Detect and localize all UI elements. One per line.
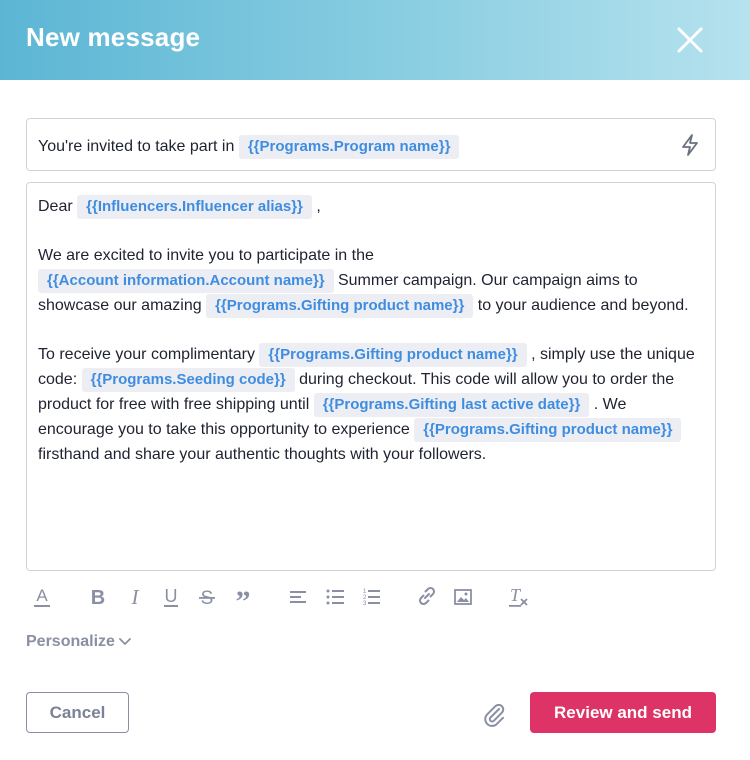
formatting-toolbar: A B I U S ” 1 2 3 T [26,585,546,611]
paragraph-2: To receive your complimentary {{Programs… [38,342,706,467]
link-icon [418,586,436,606]
underline-icon: U [164,586,178,607]
svg-text:”: ” [236,585,251,609]
variable-tag[interactable]: {{Programs.Gifting product name}} [206,294,474,318]
quote-button[interactable]: ” [231,585,255,609]
svg-text:3: 3 [363,601,367,607]
svg-text:I: I [131,585,140,609]
variable-tag[interactable]: {{Programs.Gifting last active date}} [313,393,590,417]
greeting-text: Dear [38,198,73,215]
bold-button[interactable]: B [86,585,110,609]
subject-text: You're invited to take part in {{Program… [38,135,460,159]
svg-text:A: A [36,586,48,605]
greeting-line: Dear {{Influencers.Influencer alias}} , [38,194,706,219]
strikethrough-icon: S [199,588,215,609]
paragraph-1: We are excited to invite you to particip… [38,243,706,318]
align-icon [290,591,306,603]
personalize-label: Personalize [26,633,115,650]
lightning-icon[interactable] [679,133,701,157]
cancel-button[interactable]: Cancel [26,692,129,733]
link-button[interactable] [415,585,439,609]
subject-prefix: You're invited to take part in [38,138,235,155]
svg-text:B: B [91,587,105,609]
variable-tag[interactable]: {{Influencers.Influencer alias}} [77,195,312,219]
svg-text:U: U [165,586,178,606]
quote-icon: ” [236,585,251,609]
modal-header: New message [0,0,750,80]
message-body-text: Dear {{Influencers.Influencer alias}} , … [38,194,706,467]
numbered-list-icon: 1 2 3 [363,589,380,607]
variable-tag[interactable]: {{Account information.Account name}} [38,269,334,293]
text-color-icon: A [34,586,50,607]
italic-icon: I [131,585,140,609]
svg-text:T: T [510,585,522,605]
message-body-editor[interactable]: Dear {{Influencers.Influencer alias}} , … [26,182,716,571]
paragraph-text: firsthand and share your authentic thoug… [38,446,487,463]
variable-tag[interactable]: {{Programs.Gifting product name}} [259,343,527,367]
chevron-down-icon [119,638,131,645]
bullet-list-button[interactable] [323,585,347,609]
text-color-button[interactable]: A [30,585,54,609]
clear-format-button[interactable]: T [506,585,530,609]
variable-tag[interactable]: {{Programs.Seeding code}} [81,368,295,392]
align-button[interactable] [286,585,310,609]
subject-field[interactable]: You're invited to take part in {{Program… [26,118,716,171]
subject-variable-tag[interactable]: {{Programs.Program name}} [238,135,460,159]
modal-title: New message [26,22,201,52]
review-and-send-button[interactable]: Review and send [530,692,716,733]
numbered-list-button[interactable]: 1 2 3 [359,585,383,609]
greeting-suffix: , [316,198,321,215]
underline-button[interactable]: U [159,585,183,609]
close-icon [677,27,703,53]
image-icon [454,589,472,605]
paragraph-text: to your audience and beyond. [477,297,689,314]
bullet-list-icon [326,589,344,605]
bold-icon: B [91,587,105,609]
italic-button[interactable]: I [123,585,147,609]
close-button[interactable] [674,24,706,56]
personalize-dropdown[interactable]: Personalize [26,633,132,651]
paperclip-icon [484,703,505,727]
paragraph-text: To receive your complimentary [38,346,255,363]
variable-tag[interactable]: {{Programs.Gifting product name}} [414,418,682,442]
strikethrough-button[interactable]: S [195,585,219,609]
clear-format-icon: T [509,585,528,607]
paragraph-text: We are excited to invite you to particip… [38,247,374,264]
image-button[interactable] [451,585,475,609]
attach-button[interactable] [480,700,508,728]
